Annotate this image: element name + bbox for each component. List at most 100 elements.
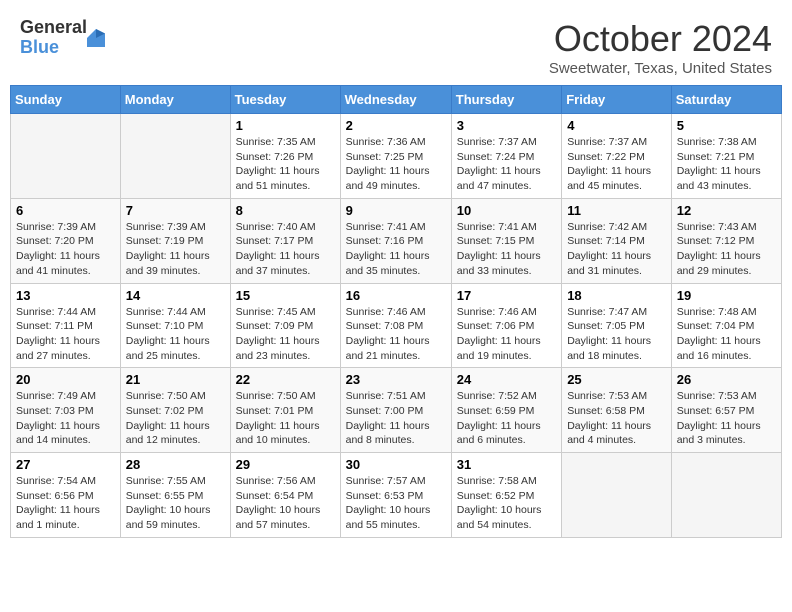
calendar-cell <box>11 114 121 199</box>
logo-icon <box>87 29 105 47</box>
day-number: 29 <box>236 457 335 472</box>
day-info: Sunrise: 7:49 AM Sunset: 7:03 PM Dayligh… <box>16 389 115 448</box>
calendar-cell: 2 Sunrise: 7:36 AM Sunset: 7:25 PM Daylig… <box>340 114 451 199</box>
day-number: 18 <box>567 288 666 303</box>
calendar-cell: 12Sunrise: 7:43 AM Sunset: 7:12 PM Dayli… <box>671 198 781 283</box>
day-number: 21 <box>126 372 225 387</box>
logo: General Blue <box>20 18 105 58</box>
day-number: 6 <box>16 203 115 218</box>
calendar-cell: 29 Sunrise: 7:56 AM Sunset: 6:54 PM Dayli… <box>230 453 340 538</box>
calendar-cell: 27 Sunrise: 7:54 AM Sunset: 6:56 PM Dayli… <box>11 453 121 538</box>
calendar-cell <box>562 453 672 538</box>
day-info: Sunrise: 7:53 AM Sunset: 6:57 PM Dayligh… <box>677 389 776 448</box>
calendar-cell: 24 Sunrise: 7:52 AM Sunset: 6:59 PM Dayli… <box>451 368 561 453</box>
calendar-cell: 9 Sunrise: 7:41 AM Sunset: 7:16 PM Daylig… <box>340 198 451 283</box>
day-number: 13 <box>16 288 115 303</box>
day-number: 16 <box>346 288 446 303</box>
day-info: Sunrise: 7:37 AM Sunset: 7:24 PM Dayligh… <box>457 135 556 194</box>
day-info: Sunrise: 7:53 AM Sunset: 6:58 PM Dayligh… <box>567 389 666 448</box>
header-row: SundayMondayTuesdayWednesdayThursdayFrid… <box>11 86 782 114</box>
day-info: Sunrise: 7:52 AM Sunset: 6:59 PM Dayligh… <box>457 389 556 448</box>
day-info: Sunrise: 7:50 AM Sunset: 7:01 PM Dayligh… <box>236 389 335 448</box>
day-info: Sunrise: 7:41 AM Sunset: 7:15 PM Dayligh… <box>457 220 556 279</box>
day-info: Sunrise: 7:37 AM Sunset: 7:22 PM Dayligh… <box>567 135 666 194</box>
calendar-cell: 11 Sunrise: 7:42 AM Sunset: 7:14 PM Dayli… <box>562 198 672 283</box>
logo-blue-text: Blue <box>20 38 87 58</box>
header-cell-friday: Friday <box>562 86 672 114</box>
calendar-cell: 28Sunrise: 7:55 AM Sunset: 6:55 PM Dayli… <box>120 453 230 538</box>
header-cell-wednesday: Wednesday <box>340 86 451 114</box>
calendar-cell <box>671 453 781 538</box>
day-number: 23 <box>346 372 446 387</box>
calendar-cell: 10Sunrise: 7:41 AM Sunset: 7:15 PM Dayli… <box>451 198 561 283</box>
calendar-table: SundayMondayTuesdayWednesdayThursdayFrid… <box>10 85 782 538</box>
day-info: Sunrise: 7:39 AM Sunset: 7:20 PM Dayligh… <box>16 220 115 279</box>
calendar-cell: 1 Sunrise: 7:35 AM Sunset: 7:26 PM Daylig… <box>230 114 340 199</box>
calendar-cell <box>120 114 230 199</box>
day-info: Sunrise: 7:56 AM Sunset: 6:54 PM Dayligh… <box>236 474 335 533</box>
header-cell-sunday: Sunday <box>11 86 121 114</box>
day-info: Sunrise: 7:45 AM Sunset: 7:09 PM Dayligh… <box>236 305 335 364</box>
day-info: Sunrise: 7:44 AM Sunset: 7:11 PM Dayligh… <box>16 305 115 364</box>
calendar-header: SundayMondayTuesdayWednesdayThursdayFrid… <box>11 86 782 114</box>
day-number: 26 <box>677 372 776 387</box>
day-number: 5 <box>677 118 776 133</box>
calendar-cell: 21 Sunrise: 7:50 AM Sunset: 7:02 PM Dayli… <box>120 368 230 453</box>
day-number: 8 <box>236 203 335 218</box>
day-number: 24 <box>457 372 556 387</box>
page-header: General Blue October 2024 Sweetwater, Te… <box>10 10 782 85</box>
calendar-cell: 5 Sunrise: 7:38 AM Sunset: 7:21 PM Daylig… <box>671 114 781 199</box>
title-block: October 2024 Sweetwater, Texas, United S… <box>549 18 772 77</box>
day-number: 25 <box>567 372 666 387</box>
calendar-cell: 16 Sunrise: 7:46 AM Sunset: 7:08 PM Dayli… <box>340 283 451 368</box>
calendar-week-row: 1 Sunrise: 7:35 AM Sunset: 7:26 PM Daylig… <box>11 114 782 199</box>
day-info: Sunrise: 7:50 AM Sunset: 7:02 PM Dayligh… <box>126 389 225 448</box>
calendar-week-row: 6 Sunrise: 7:39 AM Sunset: 7:20 PM Daylig… <box>11 198 782 283</box>
header-cell-monday: Monday <box>120 86 230 114</box>
calendar-cell: 31Sunrise: 7:58 AM Sunset: 6:52 PM Dayli… <box>451 453 561 538</box>
day-info: Sunrise: 7:46 AM Sunset: 7:08 PM Dayligh… <box>346 305 446 364</box>
calendar-cell: 8Sunrise: 7:40 AM Sunset: 7:17 PM Daylig… <box>230 198 340 283</box>
calendar-cell: 15Sunrise: 7:45 AM Sunset: 7:09 PM Dayli… <box>230 283 340 368</box>
calendar-cell: 22Sunrise: 7:50 AM Sunset: 7:01 PM Dayli… <box>230 368 340 453</box>
calendar-cell: 25 Sunrise: 7:53 AM Sunset: 6:58 PM Dayli… <box>562 368 672 453</box>
calendar-week-row: 13 Sunrise: 7:44 AM Sunset: 7:11 PM Dayli… <box>11 283 782 368</box>
calendar-cell: 19 Sunrise: 7:48 AM Sunset: 7:04 PM Dayli… <box>671 283 781 368</box>
day-number: 30 <box>346 457 446 472</box>
day-number: 19 <box>677 288 776 303</box>
day-number: 9 <box>346 203 446 218</box>
location-text: Sweetwater, Texas, United States <box>549 60 772 77</box>
day-number: 27 <box>16 457 115 472</box>
day-number: 7 <box>126 203 225 218</box>
day-number: 4 <box>567 118 666 133</box>
calendar-cell: 30Sunrise: 7:57 AM Sunset: 6:53 PM Dayli… <box>340 453 451 538</box>
calendar-cell: 6 Sunrise: 7:39 AM Sunset: 7:20 PM Daylig… <box>11 198 121 283</box>
calendar-cell: 23 Sunrise: 7:51 AM Sunset: 7:00 PM Dayli… <box>340 368 451 453</box>
day-number: 2 <box>346 118 446 133</box>
day-info: Sunrise: 7:41 AM Sunset: 7:16 PM Dayligh… <box>346 220 446 279</box>
day-number: 20 <box>16 372 115 387</box>
day-number: 1 <box>236 118 335 133</box>
calendar-cell: 20 Sunrise: 7:49 AM Sunset: 7:03 PM Dayli… <box>11 368 121 453</box>
day-number: 17 <box>457 288 556 303</box>
calendar-cell: 4 Sunrise: 7:37 AM Sunset: 7:22 PM Daylig… <box>562 114 672 199</box>
calendar-cell: 18 Sunrise: 7:47 AM Sunset: 7:05 PM Dayli… <box>562 283 672 368</box>
day-info: Sunrise: 7:55 AM Sunset: 6:55 PM Dayligh… <box>126 474 225 533</box>
calendar-cell: 17Sunrise: 7:46 AM Sunset: 7:06 PM Dayli… <box>451 283 561 368</box>
day-info: Sunrise: 7:42 AM Sunset: 7:14 PM Dayligh… <box>567 220 666 279</box>
calendar-cell: 3Sunrise: 7:37 AM Sunset: 7:24 PM Daylig… <box>451 114 561 199</box>
day-info: Sunrise: 7:36 AM Sunset: 7:25 PM Dayligh… <box>346 135 446 194</box>
day-info: Sunrise: 7:35 AM Sunset: 7:26 PM Dayligh… <box>236 135 335 194</box>
day-info: Sunrise: 7:51 AM Sunset: 7:00 PM Dayligh… <box>346 389 446 448</box>
day-info: Sunrise: 7:48 AM Sunset: 7:04 PM Dayligh… <box>677 305 776 364</box>
day-number: 11 <box>567 203 666 218</box>
day-info: Sunrise: 7:47 AM Sunset: 7:05 PM Dayligh… <box>567 305 666 364</box>
day-info: Sunrise: 7:54 AM Sunset: 6:56 PM Dayligh… <box>16 474 115 533</box>
header-cell-thursday: Thursday <box>451 86 561 114</box>
day-info: Sunrise: 7:39 AM Sunset: 7:19 PM Dayligh… <box>126 220 225 279</box>
calendar-body: 1 Sunrise: 7:35 AM Sunset: 7:26 PM Daylig… <box>11 114 782 538</box>
month-title: October 2024 <box>549 18 772 60</box>
day-info: Sunrise: 7:44 AM Sunset: 7:10 PM Dayligh… <box>126 305 225 364</box>
day-info: Sunrise: 7:38 AM Sunset: 7:21 PM Dayligh… <box>677 135 776 194</box>
calendar-cell: 26 Sunrise: 7:53 AM Sunset: 6:57 PM Dayli… <box>671 368 781 453</box>
